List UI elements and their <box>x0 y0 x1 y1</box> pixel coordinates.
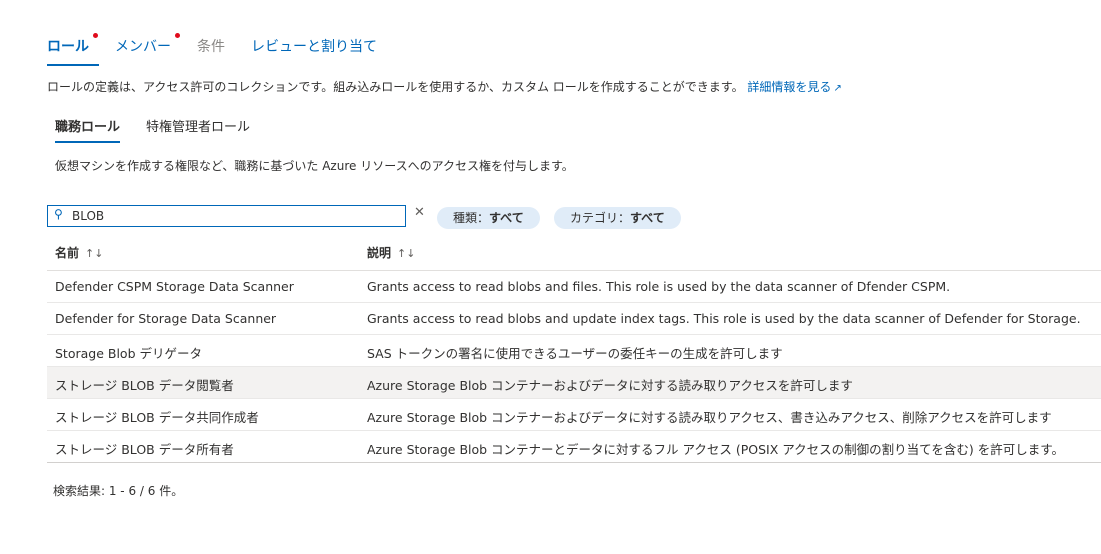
learn-more-link[interactable]: 詳細情報を見る ↗ <box>747 80 841 94</box>
tab-conditions[interactable]: 条件 <box>197 36 225 66</box>
role-name: ストレージ BLOB データ閲覧者 <box>55 378 234 393</box>
role-description-cell: Azure Storage Blob コンテナーおよびデータに対する読み取りアク… <box>367 378 853 393</box>
sort-icon: ↑↓ <box>85 247 104 260</box>
tab-review-assign[interactable]: レビューと割り当て <box>251 36 377 66</box>
role-description-cell: Azure Storage Blob コンテナーおよびデータに対する読み取りアク… <box>367 410 1052 425</box>
role-name: ストレージ BLOB データ所有者 <box>55 442 234 457</box>
role-description-cell: Azure Storage Blob コンテナーとデータに対するフル アクセス … <box>367 442 1065 457</box>
tab-role[interactable]: ロール <box>47 33 99 66</box>
subtab-privileged-admin-label: 特権管理者ロール <box>146 120 251 135</box>
type-filter-value: すべて <box>489 211 524 225</box>
category-filter-label: カテゴリ： <box>570 211 631 225</box>
subtab-description: 仮想マシンを作成する権限など、職務に基づいた Azure リソースへのアクセス権… <box>55 159 574 173</box>
external-link-icon: ↗ <box>833 83 842 94</box>
role-name: Defender for Storage Data Scanner <box>55 311 277 326</box>
role-description-cell: Grants access to read blobs and update i… <box>367 311 1081 326</box>
role-name: Defender CSPM Storage Data Scanner <box>55 279 294 294</box>
role-description-cell: SAS トークンの署名に使用できるユーザーの委任キーの生成を許可します <box>367 346 783 361</box>
column-header-name[interactable]: 名前 ↑↓ <box>55 244 103 261</box>
learn-more-label: 詳細情報を見る <box>747 80 832 94</box>
search-result-count: 検索結果: 1 - 6 / 6 件。 <box>53 484 184 498</box>
table-row[interactable]: ストレージ BLOB データ共同作成者 Azure Storage Blob コ… <box>47 399 1101 431</box>
table-header: 名前 ↑↓ 説明 ↑↓ <box>47 238 1101 271</box>
role-name: ストレージ BLOB データ共同作成者 <box>55 410 259 425</box>
search-icon: ⚲ <box>54 207 63 221</box>
type-filter-label: 種類： <box>453 211 490 225</box>
required-dot <box>93 33 98 38</box>
search-input[interactable] <box>72 207 392 225</box>
wizard-tabs: ロール メンバー 条件 レビューと割り当て <box>47 33 403 66</box>
table-row[interactable]: Defender for Storage Data Scanner Grants… <box>47 303 1101 335</box>
role-description-text: ロールの定義は、アクセス許可のコレクションです。組み込みロールを使用するか、カス… <box>47 80 744 94</box>
category-filter-value: すべて <box>630 211 665 225</box>
role-table-body: Defender CSPM Storage Data Scanner Grant… <box>47 271 1101 463</box>
tab-review-assign-label: レビューと割り当て <box>251 39 377 55</box>
role-description: ロールの定義は、アクセス許可のコレクションです。組み込みロールを使用するか、カス… <box>47 78 842 95</box>
tab-role-label: ロール <box>47 39 89 55</box>
sort-icon: ↑↓ <box>397 247 416 260</box>
tab-conditions-label: 条件 <box>197 39 225 55</box>
subtab-job-function-roles[interactable]: 職務ロール <box>55 116 121 143</box>
tab-members[interactable]: メンバー <box>115 33 180 66</box>
subtab-privileged-admin-roles[interactable]: 特権管理者ロール <box>146 116 250 143</box>
required-dot <box>175 33 180 38</box>
table-row[interactable]: Storage Blob デリゲータ SAS トークンの署名に使用できるユーザー… <box>47 335 1101 367</box>
table-row[interactable]: ストレージ BLOB データ所有者 Azure Storage Blob コンテ… <box>47 431 1101 463</box>
column-header-description-label: 説明 <box>367 246 392 260</box>
role-description-cell: Grants access to read blobs and files. T… <box>367 279 951 294</box>
subtab-job-function-label: 職務ロール <box>55 120 121 135</box>
table-row[interactable]: Defender CSPM Storage Data Scanner Grant… <box>47 271 1101 303</box>
table-row[interactable]: ストレージ BLOB データ閲覧者 Azure Storage Blob コンテ… <box>47 367 1101 399</box>
column-header-description[interactable]: 説明 ↑↓ <box>367 244 415 261</box>
search-box: ⚲ <box>47 205 406 227</box>
role-type-tabs: 職務ロール 特権管理者ロール <box>55 116 276 143</box>
role-name: Storage Blob デリゲータ <box>55 346 202 361</box>
column-header-name-label: 名前 <box>55 246 80 260</box>
category-filter-pill[interactable]: カテゴリ：すべて <box>554 207 681 229</box>
tab-members-label: メンバー <box>115 39 171 55</box>
close-icon[interactable]: ✕ <box>414 205 425 220</box>
type-filter-pill[interactable]: 種類：すべて <box>437 207 540 229</box>
